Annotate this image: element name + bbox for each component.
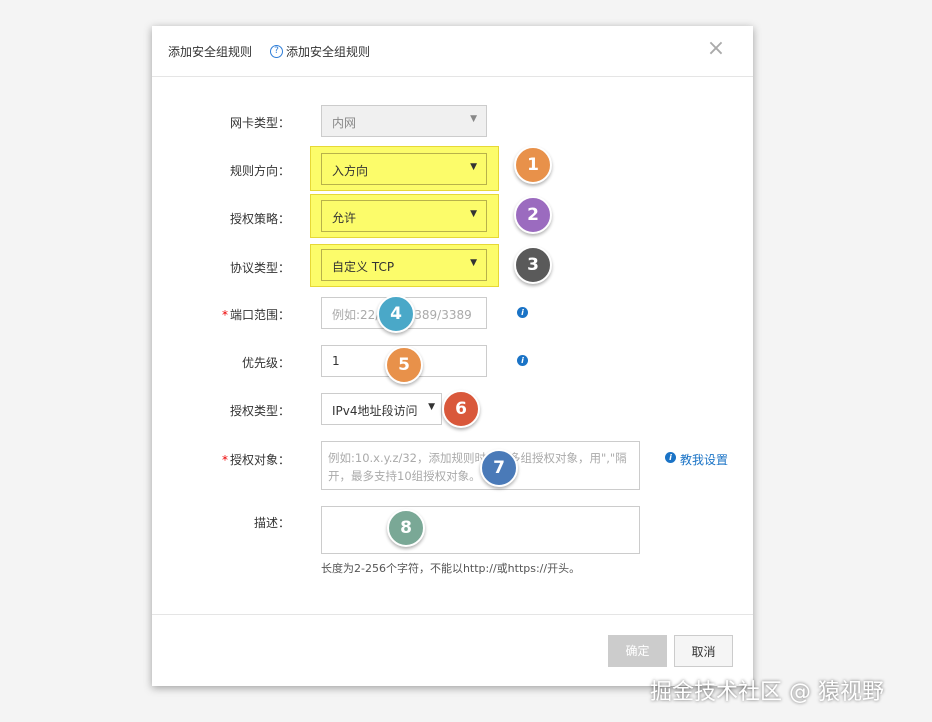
dialog-subtitle-link[interactable]: 添加安全组规则 xyxy=(286,43,370,60)
footer-divider xyxy=(152,614,753,615)
policy-select[interactable]: 允许 ▼ xyxy=(321,200,487,232)
annotation-badge-7: 7 xyxy=(480,449,518,487)
description-hint: 长度为2-256个字符，不能以http://或https://开头。 xyxy=(321,562,581,575)
auth-object-label: * 授权对象： xyxy=(152,451,290,468)
watermark: 掘金技术社区 @ 猿视野 xyxy=(650,680,884,705)
help-icon[interactable]: ? xyxy=(270,45,283,58)
priority-value: 1 xyxy=(332,354,340,368)
dialog-header: 添加安全组规则 ? 添加安全组规则 × xyxy=(152,26,753,77)
auth-type-label: 授权类型： xyxy=(229,404,290,418)
nic-type-select: 内网 ▼ xyxy=(321,105,487,137)
protocol-select[interactable]: 自定义 TCP ▼ xyxy=(321,249,487,281)
info-icon[interactable]: i xyxy=(517,307,528,318)
ok-button[interactable]: 确定 xyxy=(608,635,667,667)
chevron-down-icon: ▼ xyxy=(470,162,477,172)
port-range-label-text: 端口范围： xyxy=(229,308,290,322)
info-icon: i xyxy=(665,452,676,463)
description-textarea[interactable] xyxy=(321,506,640,554)
annotation-badge-4: 4 xyxy=(377,295,415,333)
policy-label: 授权策略： xyxy=(229,212,290,226)
direction-value: 入方向 xyxy=(332,164,369,178)
dialog-title: 添加安全组规则 xyxy=(168,45,253,59)
annotation-badge-8: 8 xyxy=(387,509,425,547)
protocol-label: 协议类型： xyxy=(229,261,290,275)
chevron-down-icon: ▼ xyxy=(470,114,477,124)
teach-me-link[interactable]: 教我设置 xyxy=(680,451,728,468)
policy-value: 允许 xyxy=(332,211,357,225)
required-marker: * xyxy=(221,453,228,467)
auth-type-select[interactable]: IPv4地址段访问 ▼ xyxy=(321,393,442,425)
chevron-down-icon: ▼ xyxy=(470,258,477,268)
protocol-value: 自定义 TCP xyxy=(332,260,395,274)
cancel-button[interactable]: 取消 xyxy=(674,635,733,667)
description-label: 描述： xyxy=(253,516,290,530)
chevron-down-icon: ▼ xyxy=(470,209,477,219)
nic-type-value: 内网 xyxy=(332,116,357,130)
auth-type-value: IPv4地址段访问 xyxy=(332,404,418,418)
nic-type-label: 网卡类型： xyxy=(229,116,290,130)
annotation-badge-1: 1 xyxy=(514,146,552,184)
auth-object-label-text: 授权对象： xyxy=(229,453,290,467)
required-marker: * xyxy=(221,308,228,322)
port-range-label: * 端口范围： xyxy=(152,306,290,323)
info-icon[interactable]: i xyxy=(517,355,528,366)
add-security-group-rule-dialog: 添加安全组规则 ? 添加安全组规则 × 网卡类型： 内网 ▼ 规则方向： 入方向… xyxy=(152,26,753,686)
annotation-badge-2: 2 xyxy=(514,196,552,234)
annotation-badge-6: 6 xyxy=(442,390,480,428)
direction-select[interactable]: 入方向 ▼ xyxy=(321,153,487,185)
close-icon[interactable]: × xyxy=(705,38,727,60)
annotation-badge-5: 5 xyxy=(385,346,423,384)
priority-label: 优先级： xyxy=(241,356,290,370)
auth-object-placeholder: 例如:10.x.y.z/32，添加规则时支持多组授权对象，用","隔开，最多支持… xyxy=(328,451,627,483)
direction-label: 规则方向： xyxy=(229,164,290,178)
annotation-badge-3: 3 xyxy=(514,246,552,284)
chevron-down-icon: ▼ xyxy=(428,402,435,412)
